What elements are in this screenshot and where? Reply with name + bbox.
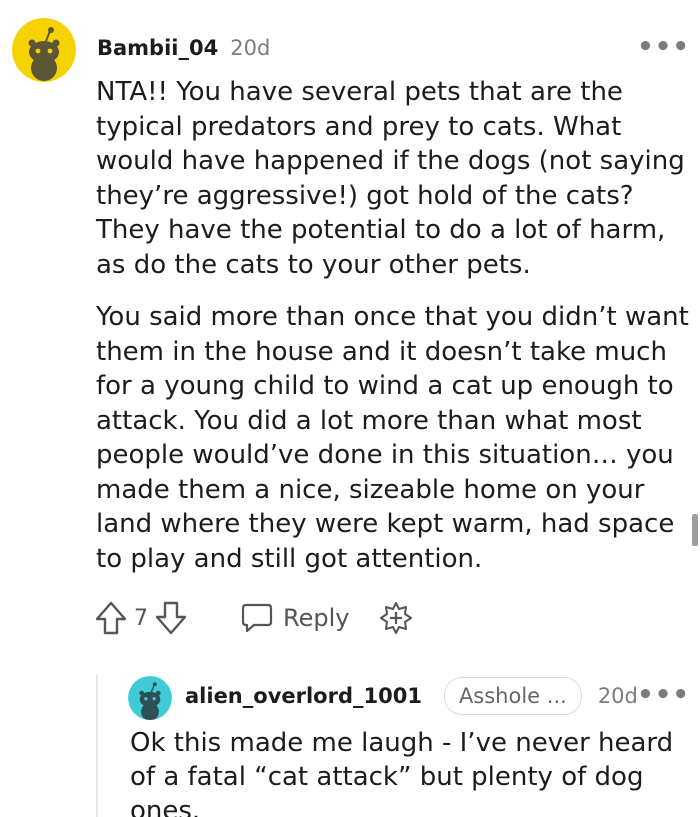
more-icon[interactable]: ••• bbox=[637, 34, 690, 60]
downvote-icon[interactable] bbox=[154, 600, 188, 636]
comment-author[interactable]: Bambii_04 bbox=[97, 36, 218, 60]
reply-age: 20d bbox=[597, 684, 638, 708]
reply-meta: alien_overlord_1001 Asshole ... 20d bbox=[185, 677, 638, 715]
comment-paragraph-1: NTA!! You have several pets that are the… bbox=[96, 77, 685, 280]
more-icon[interactable]: ••• bbox=[637, 682, 690, 708]
comment-paragraph-2: You said more than once that you didn’t … bbox=[96, 302, 689, 574]
reply-text: Ok this made me laugh - I’ve never heard… bbox=[130, 728, 674, 817]
user-flair: Asshole ... bbox=[443, 677, 582, 715]
snoo-avatar-icon bbox=[12, 18, 76, 82]
thread-line[interactable] bbox=[96, 675, 98, 817]
snoo-avatar-icon bbox=[128, 676, 172, 720]
reply-author[interactable]: alien_overlord_1001 bbox=[185, 684, 422, 708]
avatar[interactable] bbox=[12, 18, 76, 82]
reply-icon bbox=[240, 602, 274, 634]
comment-actions: 7 Reply bbox=[94, 598, 413, 638]
upvote-icon[interactable] bbox=[94, 600, 128, 636]
reply-avatar[interactable] bbox=[128, 676, 172, 720]
vote-count: 7 bbox=[134, 605, 148, 631]
award-button[interactable] bbox=[379, 601, 413, 635]
award-icon bbox=[380, 602, 413, 634]
scrollbar-thumb[interactable] bbox=[692, 514, 698, 546]
reply-label: Reply bbox=[283, 604, 350, 632]
reply-button[interactable]: Reply bbox=[240, 602, 349, 634]
comment-meta: Bambii_04 20d bbox=[97, 34, 270, 62]
comment-age: 20d bbox=[230, 36, 271, 60]
